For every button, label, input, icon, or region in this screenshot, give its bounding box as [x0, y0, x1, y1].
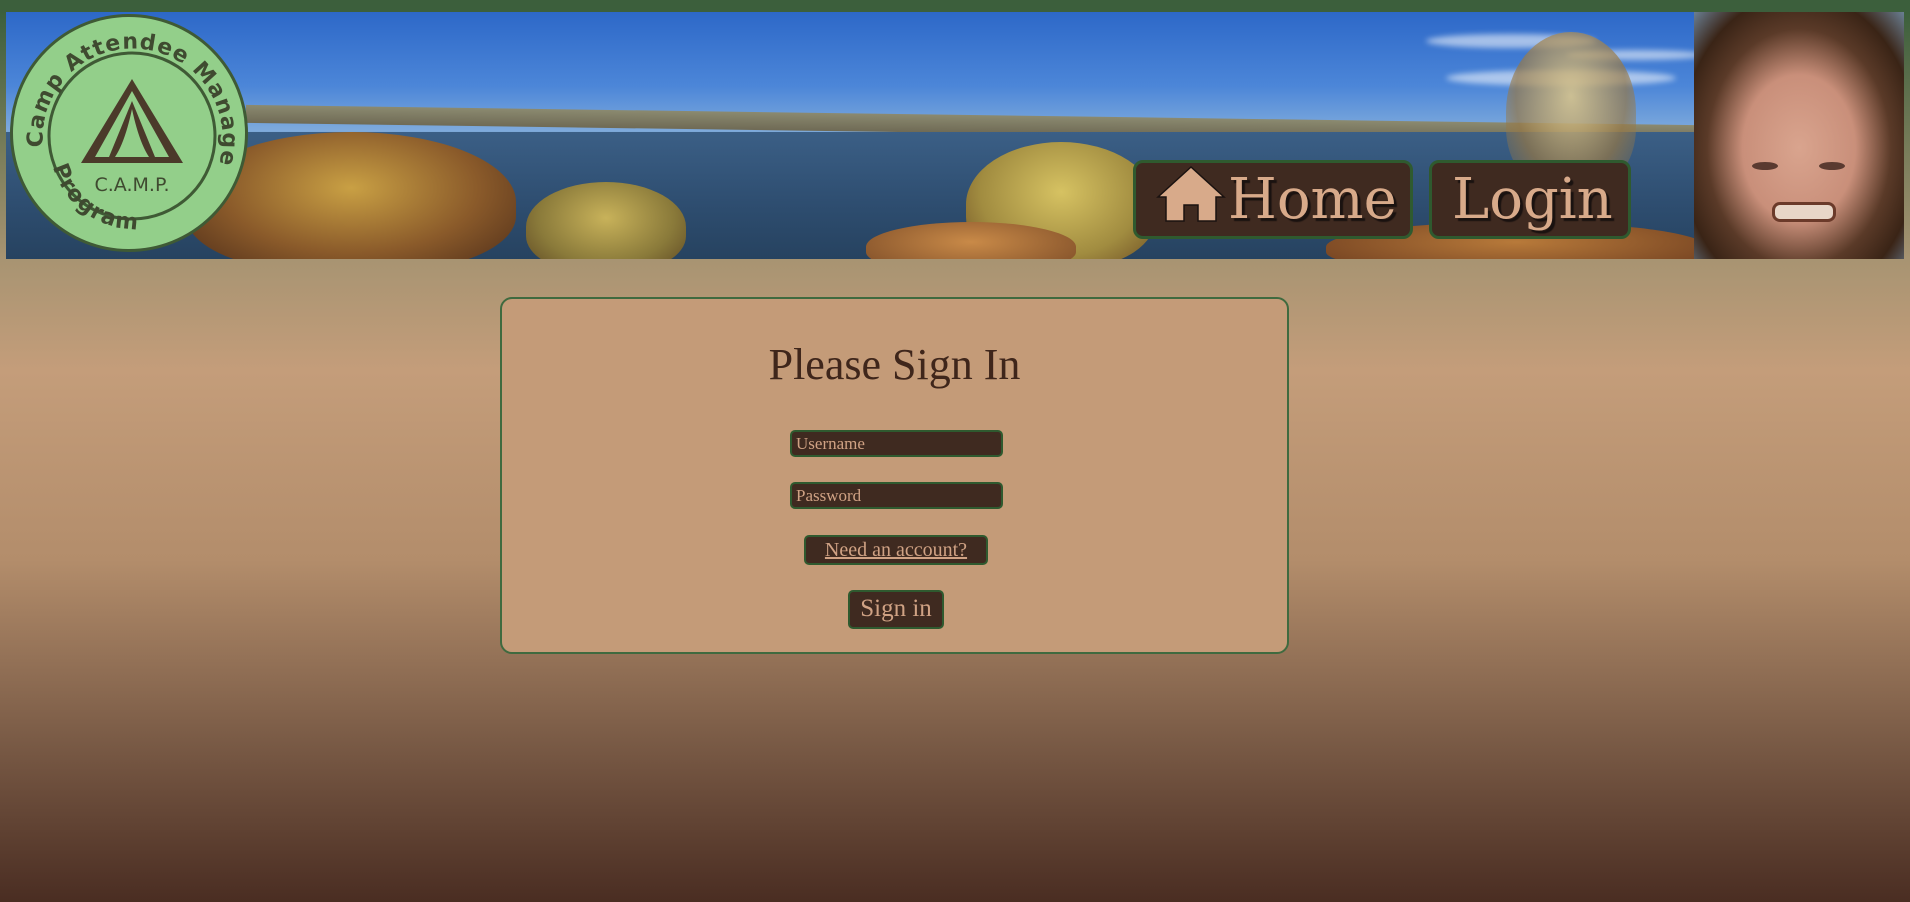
- username-input[interactable]: [790, 430, 1003, 457]
- camp-logo: Camp Attendee Management Program C.A.M.P…: [10, 14, 248, 252]
- nav-home-label: Home: [1228, 166, 1397, 232]
- nav-login-label: Login: [1452, 166, 1613, 232]
- nav-home-button[interactable]: Home: [1133, 160, 1413, 239]
- signin-card: Please Sign In Need an account? Sign in: [500, 297, 1289, 654]
- camp-logo-graphic: Camp Attendee Management Program C.A.M.P…: [13, 17, 241, 236]
- logo-center-text: C.A.M.P.: [95, 174, 170, 196]
- nav-login-button[interactable]: Login: [1429, 160, 1631, 239]
- password-input[interactable]: [790, 482, 1003, 509]
- person-eye: [1752, 162, 1778, 170]
- signin-title: Please Sign In: [768, 340, 1021, 389]
- home-icon: [1156, 165, 1226, 222]
- person-eye: [1819, 162, 1845, 170]
- svg-text:Program: Program: [47, 160, 140, 236]
- banner-person-photo: [1694, 12, 1904, 259]
- person-mouth: [1772, 202, 1836, 222]
- sign-in-button[interactable]: Sign in: [848, 590, 944, 629]
- logo-ring-text-bottom: Program: [47, 160, 139, 236]
- need-account-link[interactable]: Need an account?: [804, 535, 988, 565]
